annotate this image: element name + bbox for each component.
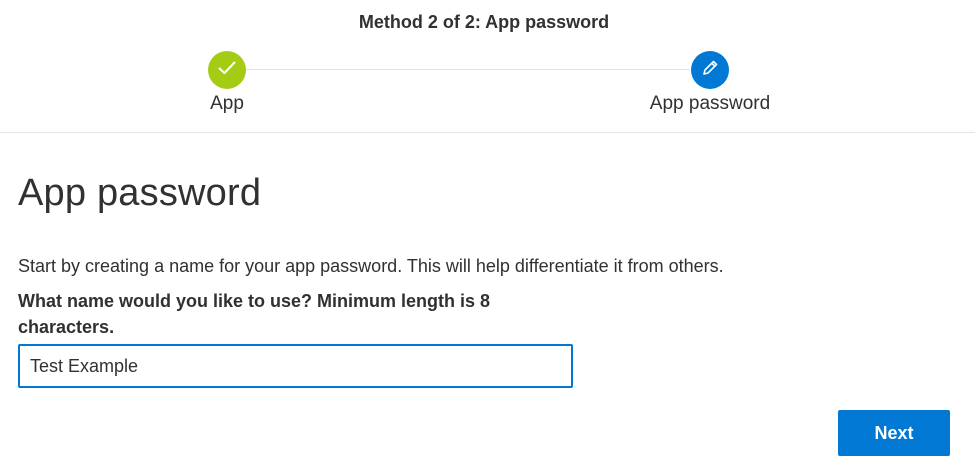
method-title: Method 2 of 2: App password bbox=[358, 12, 610, 32]
step-connector-line bbox=[246, 69, 690, 70]
next-button[interactable]: Next bbox=[838, 410, 950, 456]
step-label-app-password: App password bbox=[649, 93, 771, 114]
progress-header: Method 2 of 2: App password App App pass… bbox=[0, 0, 975, 133]
app-password-page: Method 2 of 2: App password App App pass… bbox=[0, 0, 975, 473]
step-label-app: App bbox=[210, 93, 244, 114]
page-title: App password bbox=[18, 172, 262, 214]
description-text: Start by creating a name for your app pa… bbox=[18, 256, 724, 276]
app-password-name-input[interactable] bbox=[18, 344, 573, 388]
app-password-name-label: What name would you like to use? Minimum… bbox=[18, 291, 491, 337]
step-app-password-current bbox=[691, 51, 729, 89]
checkmark-icon bbox=[218, 61, 236, 80]
pencil-icon bbox=[701, 59, 719, 82]
step-app-complete bbox=[208, 51, 246, 89]
